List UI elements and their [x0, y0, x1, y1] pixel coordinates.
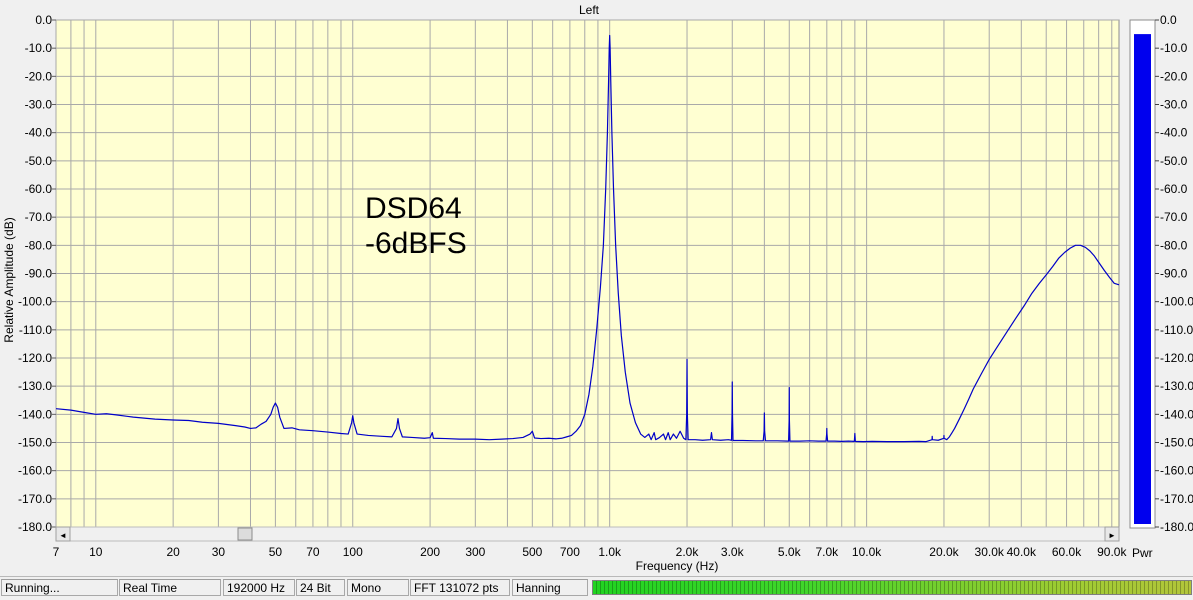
y-tick-label: -40.0: [25, 126, 53, 140]
frequency-scrollbar[interactable]: ◄ ►: [55, 526, 1120, 542]
y-axis-label: Relative Amplitude (dB): [2, 217, 16, 342]
meter-tick-label: -80.0: [1160, 238, 1188, 252]
x-tick-label: 7: [53, 545, 60, 559]
meter-tick-label: -120.0: [1160, 351, 1193, 365]
x-tick-label: 40.0k: [1007, 545, 1037, 559]
x-tick-label: 1.0k: [598, 545, 622, 559]
meter-tick-label: -70.0: [1160, 210, 1188, 224]
status-bar: Running... Real Time 192000 Hz 24 Bit Mo…: [0, 576, 1193, 600]
scroll-right-arrow-icon: ►: [1108, 531, 1116, 540]
x-tick-label: 20.0k: [929, 545, 959, 559]
y-tick-label: -120.0: [18, 351, 52, 365]
status-window: Hanning: [512, 579, 588, 596]
x-tick-label: 700: [560, 545, 580, 559]
y-tick-label: -80.0: [25, 238, 53, 252]
meter-tick-label: -130.0: [1160, 379, 1193, 393]
power-meter-bar: [1134, 34, 1151, 524]
x-tick-label: 5.0k: [778, 545, 802, 559]
x-tick-label: 100: [343, 545, 363, 559]
power-meter: 0.0 -10.0 -20.0 -30.0 -40.0 -50.0 -60.0 -70.0 -8…: [1129, 13, 1193, 560]
meter-tick-label: -30.0: [1160, 98, 1188, 112]
y-tick-label: -90.0: [25, 267, 53, 281]
y-tick-label: -10.0: [25, 41, 53, 55]
y-tick-label: 0.0: [35, 13, 52, 27]
meter-tick-label: 0.0: [1160, 13, 1177, 27]
y-tick-label: -150.0: [18, 436, 52, 450]
meter-tick-label: -90.0: [1160, 267, 1188, 281]
x-tick-label: 3.0k: [721, 545, 745, 559]
spectrum-chart: 0.0 -10.0 -20.0 -30.0 -40.0 -50.0 -60.0 -70.0 -8…: [2, 3, 1193, 573]
y-tick-label: -110.0: [19, 323, 52, 337]
y-tick-label: -70.0: [25, 210, 53, 224]
annotation-line-2: -6dBFS: [365, 227, 467, 260]
meter-tick-label: -20.0: [1160, 69, 1188, 83]
meter-tick-label: -100.0: [1160, 295, 1193, 309]
x-tick-label: 60.0k: [1052, 545, 1082, 559]
scroll-left-arrow-icon: ◄: [59, 531, 67, 540]
y-tick-label: -130.0: [18, 379, 52, 393]
x-tick-label: 10: [89, 545, 103, 559]
y-tick-label: -160.0: [18, 464, 52, 478]
power-meter-label: Pwr: [1132, 546, 1153, 560]
status-channels: Mono: [347, 579, 409, 596]
meter-tick-label: -160.0: [1160, 464, 1193, 478]
meter-tick-label: -110.0: [1160, 323, 1193, 337]
meter-tick-label: -60.0: [1160, 182, 1188, 196]
meter-tick-label: -170.0: [1160, 492, 1193, 506]
y-tick-label: -20.0: [25, 69, 53, 83]
x-tick-label: 20: [166, 545, 180, 559]
input-level-meter: [592, 580, 1192, 595]
x-tick-label: 300: [465, 545, 485, 559]
x-tick-label: 2.0k: [676, 545, 700, 559]
chart-title: Left: [579, 3, 600, 17]
x-tick-label: 7.0k: [815, 545, 839, 559]
y-tick-label: -170.0: [18, 492, 52, 506]
x-tick-label: 500: [522, 545, 542, 559]
x-axis-label: Frequency (Hz): [636, 559, 719, 573]
meter-tick-label: -10.0: [1160, 41, 1188, 55]
status-bit-depth: 24 Bit: [296, 579, 345, 596]
status-mode: Real Time: [119, 579, 221, 596]
annotation-line-1: DSD64: [365, 192, 462, 225]
x-tick-label: 90.0k: [1097, 545, 1127, 559]
x-tick-label: 10.0k: [852, 545, 882, 559]
meter-tick-label: -180.0: [1160, 520, 1193, 534]
y-tick-label: -140.0: [18, 407, 52, 421]
y-tick-label: -30.0: [25, 98, 53, 112]
x-tick-label: 200: [420, 545, 440, 559]
x-tick-label: 70: [306, 545, 320, 559]
status-sample-rate: 192000 Hz: [223, 579, 295, 596]
x-tick-label: 50: [269, 545, 283, 559]
x-tick-label: 30: [212, 545, 226, 559]
meter-tick-label: -150.0: [1160, 436, 1193, 450]
meter-tick-label: -140.0: [1160, 407, 1193, 421]
y-tick-label: -50.0: [25, 154, 53, 168]
status-fft-size: FFT 131072 pts: [410, 579, 510, 596]
y-tick-label: -100.0: [18, 295, 52, 309]
meter-tick-label: -50.0: [1160, 154, 1188, 168]
meter-tick-label: -40.0: [1160, 126, 1188, 140]
y-tick-label: -60.0: [25, 182, 53, 196]
status-state: Running...: [1, 579, 118, 596]
scroll-thumb[interactable]: [237, 527, 253, 541]
y-tick-label: -180.0: [18, 520, 52, 534]
x-tick-label: 30.0k: [975, 545, 1005, 559]
